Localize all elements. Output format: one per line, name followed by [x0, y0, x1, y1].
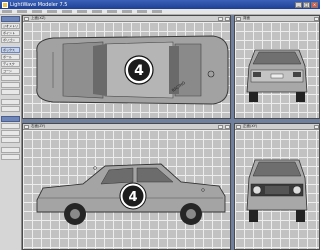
viewport-menu-button[interactable]	[24, 124, 29, 129]
tool-button[interactable]: ジオメトリ	[1, 23, 20, 29]
menu-item-file[interactable]	[2, 10, 12, 13]
viewport-menu-button[interactable]	[236, 16, 241, 21]
tool-panel: ジオメトリ ポイント ポリゴン ボックス ボール ディスク コーン	[0, 15, 22, 250]
tool-button[interactable]: ディスク	[1, 61, 20, 67]
car-side-view: 4	[36, 163, 226, 225]
viewport-label: 背面	[243, 16, 250, 20]
tool-button[interactable]: ボール	[1, 54, 20, 60]
viewport-grid[interactable]: 4 RACING	[23, 22, 230, 118]
menu-item-multiply[interactable]	[77, 10, 87, 13]
viewport-mode-button[interactable]	[218, 16, 223, 21]
viewport-grid[interactable]: 4	[23, 130, 230, 249]
maximize-button[interactable]: □	[303, 1, 310, 8]
app-icon	[2, 1, 8, 8]
viewport-label: 正面(XY)	[243, 124, 258, 128]
race-number-top: 4	[134, 63, 144, 79]
window-controls: _ □ ×	[295, 1, 318, 8]
tool-button[interactable]	[1, 82, 20, 88]
tool-button[interactable]	[1, 123, 20, 129]
tool-button[interactable]	[1, 130, 20, 136]
viewport-label: 右面(ZY)	[31, 124, 46, 128]
window-title: LightWave Modeler 7.5	[10, 1, 68, 8]
tool-button[interactable]: ポイント	[1, 30, 20, 36]
viewport-back[interactable]: 背面	[234, 15, 320, 119]
car-rear-view	[246, 49, 308, 102]
tool-panel-spacer	[0, 95, 21, 98]
menu-item-edit[interactable]	[17, 10, 27, 13]
viewport-maximize-button[interactable]	[314, 16, 319, 21]
menu-item-map[interactable]	[122, 10, 132, 13]
tool-button[interactable]	[1, 154, 20, 160]
minimize-button[interactable]: _	[295, 1, 302, 8]
viewport-front[interactable]: 正面(XY)	[234, 123, 320, 250]
close-button[interactable]: ×	[311, 1, 318, 8]
tool-panel-spacer	[0, 43, 21, 46]
menu-item-create[interactable]	[47, 10, 57, 13]
menu-item-detail[interactable]	[107, 10, 117, 13]
viewport-maximize-button[interactable]	[314, 124, 319, 129]
menu-item-modify[interactable]	[62, 10, 72, 13]
viewport-top[interactable]: 上面(XZ) 4 RACING	[22, 15, 231, 119]
tool-panel-header	[1, 16, 20, 22]
viewport-grid[interactable]	[235, 130, 319, 249]
menu-item-view[interactable]	[32, 10, 42, 13]
tool-button[interactable]	[1, 99, 20, 105]
viewport-menu-button[interactable]	[236, 124, 241, 129]
car-front-view	[246, 159, 308, 222]
race-number-side: 4	[128, 190, 137, 205]
menu-item-construct[interactable]	[92, 10, 102, 13]
tool-panel-spacer	[0, 112, 21, 115]
viewport-mode-button[interactable]	[218, 124, 223, 129]
tool-button[interactable]	[1, 75, 20, 81]
car-top-view: 4 RACING	[36, 35, 229, 105]
tool-panel-spacer	[0, 143, 21, 146]
tool-button[interactable]: コーン	[1, 68, 20, 74]
viewport-side[interactable]: 右面(ZY) 4	[22, 123, 231, 250]
title-bar: LightWave Modeler 7.5 _ □ ×	[0, 0, 320, 9]
viewport-maximize-button[interactable]	[225, 124, 230, 129]
tool-button[interactable]	[1, 147, 20, 153]
viewport-menu-button[interactable]	[24, 16, 29, 21]
menu-item-help[interactable]	[152, 10, 162, 13]
viewport-grid[interactable]	[235, 22, 319, 118]
menu-item-display[interactable]	[137, 10, 147, 13]
viewport-maximize-button[interactable]	[225, 16, 230, 21]
tool-panel-header	[1, 116, 20, 122]
tool-button[interactable]: ボックス	[1, 47, 20, 53]
viewport-label: 上面(XZ)	[31, 16, 46, 20]
